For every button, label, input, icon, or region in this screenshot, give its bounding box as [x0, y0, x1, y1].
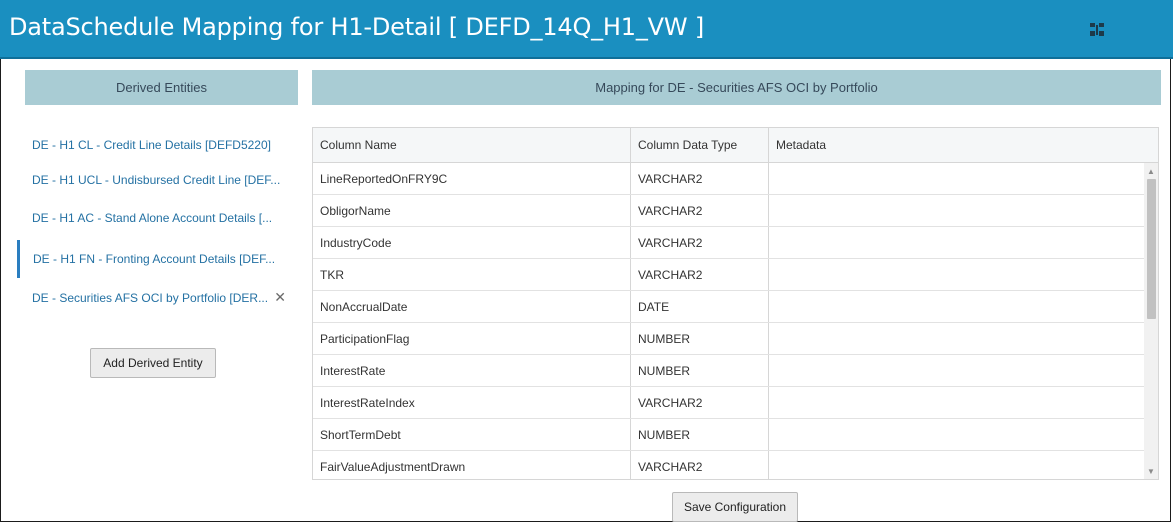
table-row[interactable]: IndustryCode VARCHAR2 — [313, 227, 1144, 259]
table-row[interactable]: ObligorName VARCHAR2 — [313, 195, 1144, 227]
mapping-table: Column Name Column Data Type Metadata Li… — [312, 127, 1159, 480]
metadata-cell[interactable] — [769, 323, 1144, 354]
derived-entity-label: DE - Securities AFS OCI by Portfolio [DE… — [32, 291, 269, 305]
derived-entity-item[interactable]: DE - H1 AC - Stand Alone Account Details… — [17, 199, 298, 237]
data-type-cell: NUMBER — [631, 355, 769, 386]
scroll-down-arrow-icon[interactable]: ▼ — [1144, 465, 1158, 477]
collapse-expand-icon[interactable] — [1089, 22, 1105, 38]
table-row[interactable]: InterestRate NUMBER — [313, 355, 1144, 387]
column-name-cell: FairValueAdjustmentDrawn — [313, 451, 631, 479]
data-type-cell: NUMBER — [631, 419, 769, 450]
metadata-cell[interactable] — [769, 419, 1144, 450]
column-name-cell: InterestRateIndex — [313, 387, 631, 418]
metadata-cell[interactable] — [769, 259, 1144, 290]
derived-entity-list: DE - H1 CL - Credit Line Details [DEFD52… — [17, 126, 298, 316]
derived-entity-item-selected[interactable]: DE - H1 FN - Fronting Account Details [D… — [17, 240, 298, 278]
table-row[interactable]: ParticipationFlag NUMBER — [313, 323, 1144, 355]
metadata-cell[interactable] — [769, 387, 1144, 418]
table-row[interactable]: LineReportedOnFRY9C VARCHAR2 — [313, 163, 1144, 195]
save-configuration-button[interactable]: Save Configuration — [672, 492, 798, 522]
scroll-up-arrow-icon[interactable]: ▲ — [1144, 165, 1158, 177]
column-name-cell: ObligorName — [313, 195, 631, 226]
metadata-cell[interactable] — [769, 163, 1144, 194]
derived-entity-label: DE - H1 CL - Credit Line Details [DEFD52… — [32, 138, 271, 152]
column-name-cell: TKR — [313, 259, 631, 290]
metadata-cell[interactable] — [769, 291, 1144, 322]
column-name-cell: NonAccrualDate — [313, 291, 631, 322]
add-derived-entity-button[interactable]: Add Derived Entity — [90, 348, 216, 378]
column-name-cell: LineReportedOnFRY9C — [313, 163, 631, 194]
derived-entity-label: DE - H1 UCL - Undisbursed Credit Line [D… — [32, 173, 281, 187]
data-type-cell: DATE — [631, 291, 769, 322]
data-type-cell: NUMBER — [631, 323, 769, 354]
table-row[interactable]: InterestRateIndex VARCHAR2 — [313, 387, 1144, 419]
table-row[interactable]: NonAccrualDate DATE — [313, 291, 1144, 323]
mapping-header: Mapping for DE - Securities AFS OCI by P… — [312, 70, 1161, 105]
table-row[interactable]: TKR VARCHAR2 — [313, 259, 1144, 291]
column-header[interactable]: Column Data Type — [631, 128, 769, 162]
data-type-cell: VARCHAR2 — [631, 163, 769, 194]
metadata-cell[interactable] — [769, 195, 1144, 226]
metadata-cell[interactable] — [769, 227, 1144, 258]
derived-entity-item[interactable]: DE - H1 CL - Credit Line Details [DEFD52… — [17, 126, 298, 164]
data-type-cell: VARCHAR2 — [631, 195, 769, 226]
close-icon[interactable]: ✕ — [274, 290, 286, 304]
data-type-cell: VARCHAR2 — [631, 227, 769, 258]
title-bar: DataSchedule Mapping for H1-Detail [ DEF… — [0, 0, 1173, 59]
table-body: LineReportedOnFRY9C VARCHAR2 ObligorName… — [313, 163, 1144, 479]
data-type-cell: VARCHAR2 — [631, 451, 769, 479]
derived-entity-label: DE - H1 FN - Fronting Account Details [D… — [33, 252, 276, 266]
column-name-cell: ShortTermDebt — [313, 419, 631, 450]
column-name-cell: InterestRate — [313, 355, 631, 386]
table-row[interactable]: ShortTermDebt NUMBER — [313, 419, 1144, 451]
column-name-cell: IndustryCode — [313, 227, 631, 258]
column-header[interactable]: Column Name — [313, 128, 631, 162]
data-type-cell: VARCHAR2 — [631, 387, 769, 418]
table-row[interactable]: FairValueAdjustmentDrawn VARCHAR2 — [313, 451, 1144, 479]
page-title: DataSchedule Mapping for H1-Detail [ DEF… — [9, 13, 704, 41]
derived-entity-label: DE - H1 AC - Stand Alone Account Details… — [32, 211, 273, 225]
metadata-cell[interactable] — [769, 451, 1144, 479]
derived-entity-item[interactable]: DE - H1 UCL - Undisbursed Credit Line [D… — [17, 161, 298, 199]
vertical-scrollbar[interactable]: ▲ ▼ — [1144, 163, 1158, 479]
derived-entities-header: Derived Entities — [25, 70, 298, 105]
table-header: Column Name Column Data Type Metadata — [313, 128, 1158, 163]
column-header[interactable]: Metadata — [769, 128, 1144, 162]
derived-entity-item[interactable]: DE - Securities AFS OCI by Portfolio [DE… — [17, 279, 298, 317]
scrollbar-thumb[interactable] — [1147, 179, 1156, 319]
data-type-cell: VARCHAR2 — [631, 259, 769, 290]
column-name-cell: ParticipationFlag — [313, 323, 631, 354]
metadata-cell[interactable] — [769, 355, 1144, 386]
